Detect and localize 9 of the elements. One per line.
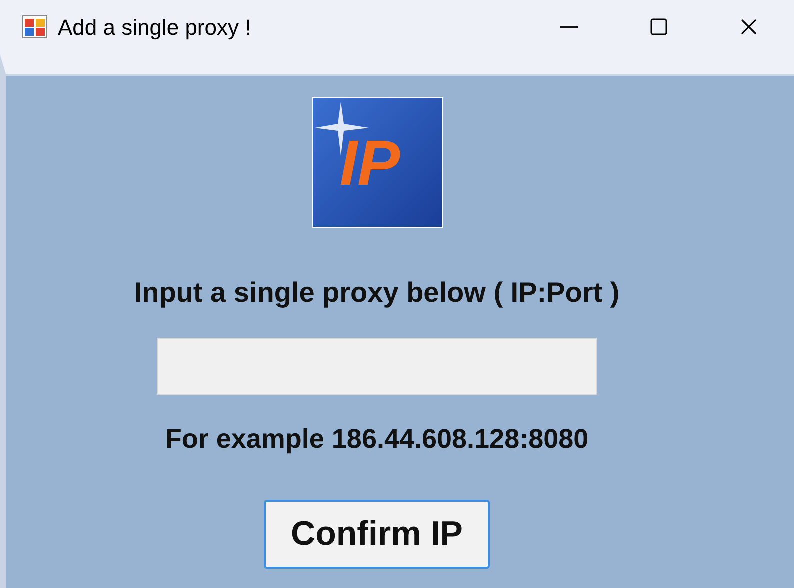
maximize-icon	[649, 17, 669, 37]
app-icon	[22, 15, 48, 39]
example-text: For example 186.44.608.128:8080	[165, 423, 589, 456]
window-title: Add a single proxy !	[58, 14, 252, 42]
proxy-input-field[interactable]	[157, 338, 597, 395]
minimize-icon	[560, 26, 578, 28]
logo-text: IP	[338, 126, 402, 200]
prompt-label: Input a single proxy below ( IP:Port )	[134, 276, 620, 310]
confirm-button[interactable]: Confirm IP	[264, 500, 490, 568]
